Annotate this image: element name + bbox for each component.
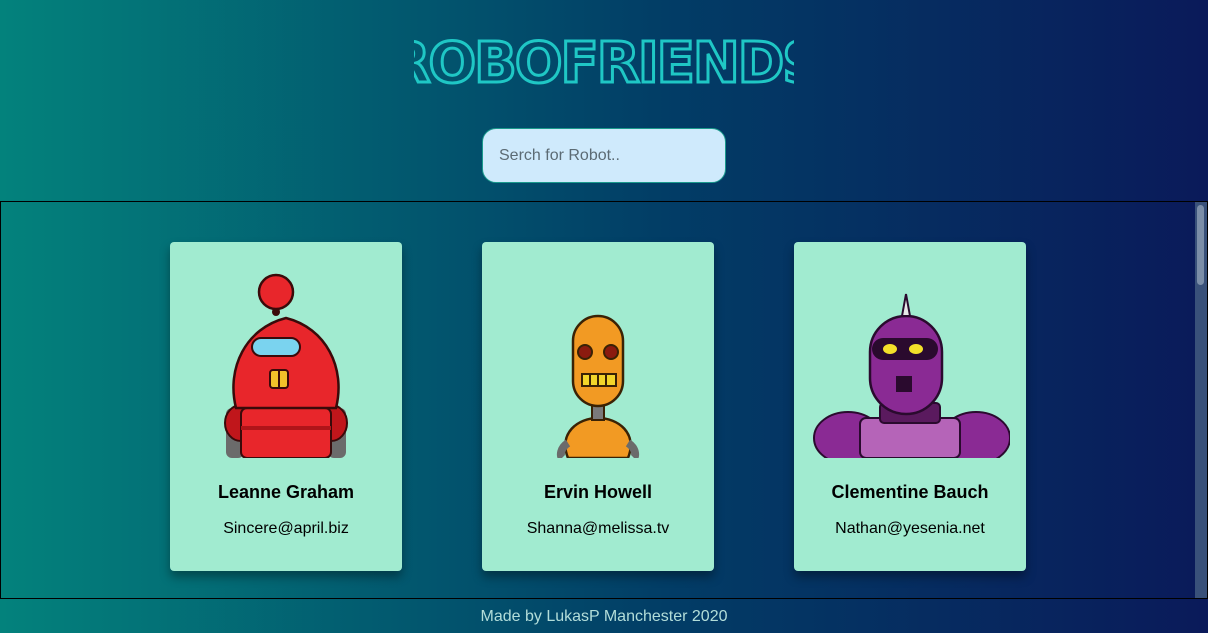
footer-text: Made by LukasP Manchester 2020 xyxy=(480,608,728,625)
robot-avatar-purple xyxy=(813,293,1010,458)
app-title: ROBOFRIENDS xyxy=(0,28,1208,93)
robot-name: Leanne Graham xyxy=(217,482,355,502)
robot-email: Nathan@yesenia.net xyxy=(835,520,985,537)
vertical-scrollbar[interactable] xyxy=(1195,202,1207,598)
app-title-logo: ROBOFRIENDS xyxy=(414,30,794,93)
search-input[interactable] xyxy=(482,128,726,183)
scrollbar-thumb[interactable] xyxy=(1197,205,1204,285)
robot-avatar-orange xyxy=(556,314,640,458)
app-title-text: ROBOFRIENDS xyxy=(414,31,794,92)
robot-card[interactable]: Ervin Howell Shanna@melissa.tv xyxy=(482,242,714,571)
robot-name: Ervin Howell xyxy=(543,482,653,502)
robot-card-list[interactable]: Leanne Graham Sincere@april.biz Ervin Ho… xyxy=(0,201,1208,599)
robot-name: Clementine Bauch xyxy=(831,482,989,502)
robot-card[interactable]: Clementine Bauch Nathan@yesenia.net xyxy=(794,242,1026,571)
robot-email: Sincere@april.biz xyxy=(223,520,349,537)
robot-card[interactable]: Leanne Graham Sincere@april.biz xyxy=(170,242,402,571)
robot-email: Shanna@melissa.tv xyxy=(526,520,670,537)
robot-avatar-red xyxy=(224,273,348,458)
